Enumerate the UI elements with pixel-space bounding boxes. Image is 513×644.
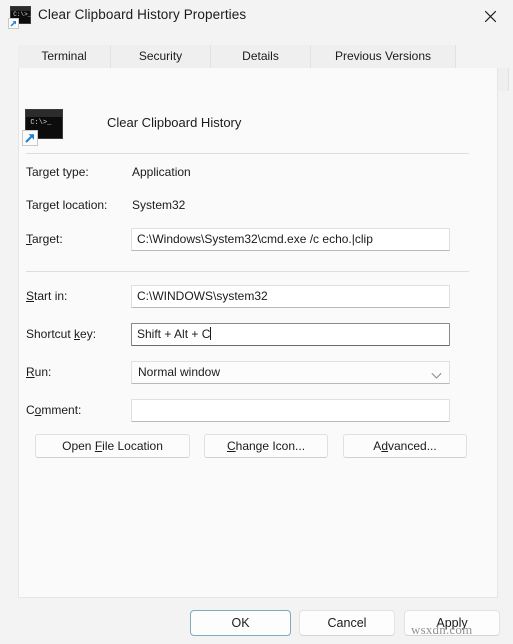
row-comment: Comment: — [19, 399, 497, 425]
watermark: wsxdn.com — [411, 622, 473, 637]
cancel-button[interactable]: Cancel — [299, 610, 395, 636]
ok-button[interactable]: OK — [190, 610, 291, 636]
title-bar: C:\>_ Clear Clipboard History Properties — [0, 0, 513, 33]
window-title: Clear Clipboard History Properties — [38, 7, 247, 22]
properties-dialog: C:\>_ Clear Clipboard History Properties… — [0, 0, 513, 644]
text-caret — [210, 327, 212, 340]
start-in-input[interactable]: C:\WINDOWS\system32 — [131, 285, 450, 308]
comment-input[interactable] — [131, 399, 450, 422]
change-icon-button[interactable]: Change Icon... — [204, 434, 328, 458]
tab-previous-versions[interactable]: Previous Versions — [311, 45, 456, 68]
close-icon — [484, 10, 496, 23]
tab-row-spacer — [0, 45, 18, 68]
tab-row-spacer — [456, 45, 513, 68]
target-type-label: Target type: — [26, 165, 89, 179]
row-start-in: Start in: C:\WINDOWS\system32 — [19, 285, 497, 311]
target-label: Target: — [26, 232, 63, 246]
target-type-value: Application — [132, 165, 191, 179]
row-target-location: Target location: System32 — [19, 194, 497, 220]
comment-label: Comment: — [26, 403, 82, 417]
shortcut-tab-panel: C:\>_ Clear Clipboard History Target typ… — [18, 68, 498, 598]
section-divider — [26, 271, 469, 272]
chevron-down-icon — [431, 369, 442, 379]
run-dropdown[interactable]: Normal window — [131, 361, 450, 384]
target-input[interactable]: C:\Windows\System32\cmd.exe /c echo.|cli… — [131, 228, 450, 251]
run-selected-value: Normal window — [138, 365, 221, 379]
shortcut-header: C:\>_ Clear Clipboard History — [19, 106, 497, 152]
console-prompt-glyph: C:\>_ — [30, 118, 52, 127]
shortcut-key-label: Shortcut key: — [26, 327, 97, 341]
shortcut-key-value: Shift + Alt + C — [137, 327, 211, 341]
cmd-shortcut-icon-large: C:\>_ — [22, 109, 63, 146]
tab-row-top: Terminal Security Details Previous Versi… — [0, 45, 513, 68]
tab-row-spacer — [0, 68, 18, 91]
tab-row-spacer — [509, 68, 513, 91]
row-target-type: Target type: Application — [19, 161, 497, 187]
shortcut-display-name: Clear Clipboard History — [107, 115, 242, 130]
header-divider — [26, 153, 469, 154]
advanced-button[interactable]: Advanced... — [343, 434, 467, 458]
shortcut-arrow-icon — [8, 18, 19, 29]
console-titlebar-icon — [26, 110, 62, 118]
run-label: Run: — [26, 365, 52, 379]
close-button[interactable] — [467, 0, 513, 33]
row-target: Target: C:\Windows\System32\cmd.exe /c e… — [19, 228, 497, 254]
tab-security[interactable]: Security — [111, 45, 211, 68]
target-location-label: Target location: — [26, 198, 108, 212]
cmd-shortcut-icon: C:\>_ — [8, 6, 31, 29]
row-shortcut-key: Shortcut key: Shift + Alt + C — [19, 323, 497, 349]
shortcut-arrow-icon — [22, 130, 38, 146]
open-file-location-button[interactable]: Open File Location — [35, 434, 190, 458]
start-in-label: Start in: — [26, 289, 68, 303]
action-button-group: Open File Location Change Icon... Advanc… — [19, 434, 497, 460]
shortcut-key-input[interactable]: Shift + Alt + C — [131, 323, 450, 346]
target-location-value: System32 — [132, 198, 186, 212]
row-run: Run: Normal window — [19, 361, 497, 387]
tab-terminal[interactable]: Terminal — [18, 45, 111, 68]
tab-details[interactable]: Details — [211, 45, 311, 68]
